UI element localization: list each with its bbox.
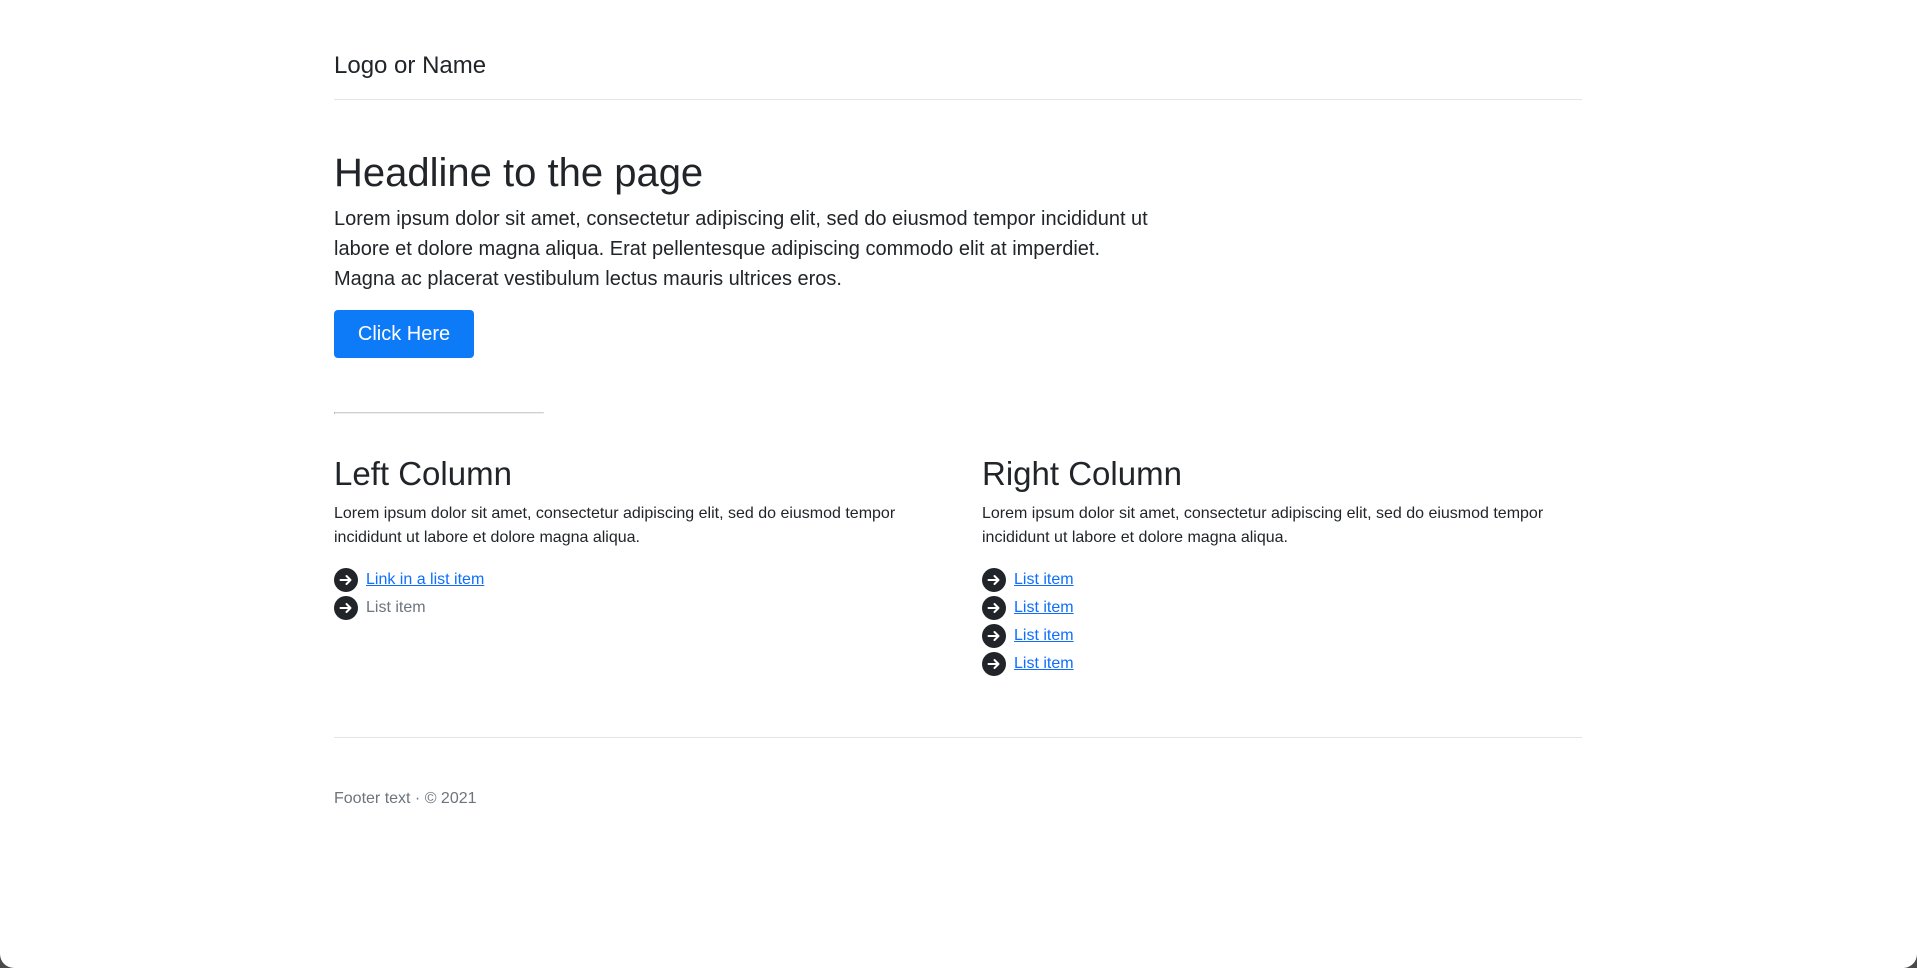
left-column: Left Column Lorem ipsum dolor sit amet, … bbox=[334, 454, 932, 622]
brand-logo-link[interactable]: Logo or Name bbox=[334, 50, 486, 82]
list-item: List item bbox=[334, 594, 932, 622]
list-item: List item bbox=[982, 650, 1580, 678]
list-item-link[interactable]: List item bbox=[1014, 594, 1074, 622]
click-here-button[interactable]: Click Here bbox=[334, 310, 474, 358]
list-item-link[interactable]: List item bbox=[1014, 622, 1074, 650]
arrow-right-circle-icon bbox=[982, 624, 1006, 648]
right-column: Right Column Lorem ipsum dolor sit amet,… bbox=[982, 454, 1580, 678]
list-item: List item bbox=[982, 594, 1580, 622]
left-column-title: Left Column bbox=[334, 455, 512, 492]
arrow-right-circle-icon bbox=[982, 652, 1006, 676]
arrow-right-circle-icon bbox=[334, 596, 358, 620]
site-footer: Footer text · © 2021 bbox=[334, 737, 1582, 807]
list-item-link[interactable]: List item bbox=[1014, 566, 1074, 594]
list-item: List item bbox=[982, 566, 1580, 594]
footer-text: Footer text · © 2021 bbox=[334, 790, 477, 807]
arrow-right-circle-icon bbox=[982, 596, 1006, 620]
hero-lead-text: Lorem ipsum dolor sit amet, consectetur … bbox=[334, 208, 1148, 290]
right-column-text: Lorem ipsum dolor sit amet, consectetur … bbox=[982, 505, 1544, 546]
right-column-list: List item List item List item List item bbox=[982, 566, 1580, 678]
page-viewport: Logo or Name Headline to the page Lorem … bbox=[0, 0, 1917, 968]
arrow-right-circle-icon bbox=[982, 568, 1006, 592]
left-column-text: Lorem ipsum dolor sit amet, consectetur … bbox=[334, 505, 896, 546]
arrow-right-circle-icon bbox=[334, 568, 358, 592]
list-item-link[interactable]: Link in a list item bbox=[366, 566, 484, 594]
section-divider bbox=[334, 412, 544, 414]
right-column-title: Right Column bbox=[982, 455, 1182, 492]
left-column-list: Link in a list item List item bbox=[334, 566, 932, 622]
list-item: List item bbox=[982, 622, 1580, 650]
page-headline: Headline to the page bbox=[334, 151, 704, 195]
list-item-label: List item bbox=[366, 599, 426, 616]
site-header: Logo or Name bbox=[334, 0, 1582, 100]
list-item-link[interactable]: List item bbox=[1014, 650, 1074, 678]
list-item: Link in a list item bbox=[334, 566, 932, 594]
